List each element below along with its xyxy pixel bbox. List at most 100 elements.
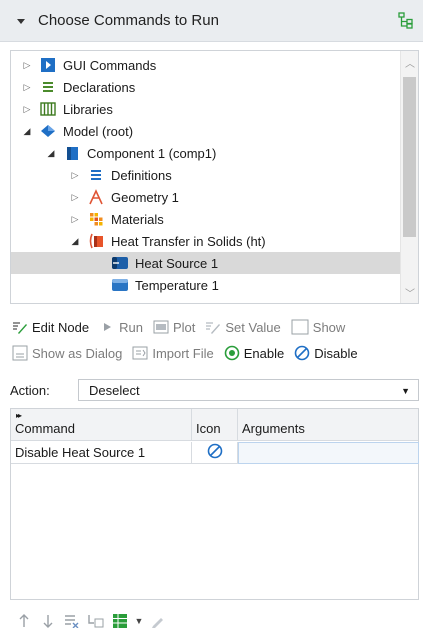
show-as-dialog-label: Show as Dialog — [32, 345, 123, 361]
show-icon — [291, 319, 309, 335]
collapse-chevron-icon[interactable] — [14, 14, 28, 28]
cell-icon[interactable] — [192, 442, 238, 464]
insert-table-icon[interactable] — [110, 612, 130, 630]
command-toolbar-row-1: Edit Node Run Plot Set Value Show — [12, 319, 355, 335]
expand-all-icon[interactable]: ▸▸ — [16, 411, 22, 420]
tree-item-temperature-1[interactable]: Temperature 1 — [11, 274, 400, 296]
action-select[interactable]: Deselect ▼ — [78, 379, 419, 401]
materials-icon — [87, 211, 105, 227]
tree-scrollbar[interactable]: ︿ ﹀ — [400, 51, 418, 303]
action-row: Action: Deselect ▼ — [10, 378, 419, 402]
heat-transfer-icon — [87, 233, 105, 249]
add-row-icon[interactable] — [86, 612, 106, 630]
tree-item-declarations[interactable]: ▷ Declarations — [11, 76, 400, 98]
temperature-icon — [111, 277, 129, 293]
tree-item-label: Geometry 1 — [111, 189, 179, 205]
column-header-command[interactable]: ▸▸ Command — [11, 409, 192, 441]
tree-item-label: Temperature 1 — [135, 277, 219, 293]
tree-item-label: Materials — [111, 211, 164, 227]
action-select-value: Deselect — [89, 382, 140, 398]
tree-item-label: Component 1 (comp1) — [87, 145, 217, 161]
show-as-dialog-button[interactable]: Show as Dialog — [12, 345, 122, 361]
declarations-icon — [39, 79, 57, 95]
collapse-arrow-icon[interactable]: ◢ — [45, 147, 57, 159]
cell-arguments[interactable] — [238, 442, 419, 464]
tree-item-materials[interactable]: ▷ Materials — [11, 208, 400, 230]
move-up-icon[interactable] — [14, 612, 34, 630]
import-file-icon — [132, 345, 148, 361]
geometry-icon — [87, 189, 105, 205]
edit-node-label: Edit Node — [32, 319, 90, 335]
tree-item-definitions[interactable]: ▷ Definitions — [11, 164, 400, 186]
show-label: Show — [312, 319, 346, 335]
command-toolbar-row-2: Show as Dialog Import File Enable Disabl… — [12, 345, 358, 361]
disable-button[interactable]: Disable — [294, 345, 358, 361]
tree-item-libraries[interactable]: ▷ Libraries — [11, 98, 400, 120]
section-title: Choose Commands to Run — [38, 12, 219, 29]
scroll-up-icon[interactable]: ︿ — [401, 53, 418, 71]
expand-arrow-icon[interactable]: ▷ — [21, 103, 33, 115]
plot-icon — [153, 319, 169, 335]
tree-item-label: GUI Commands — [63, 57, 157, 73]
expand-arrow-icon[interactable]: ▷ — [21, 59, 33, 71]
tree-item-label: Heat Source 1 — [135, 255, 219, 271]
enable-icon — [224, 345, 240, 361]
disable-icon — [207, 443, 223, 462]
cell-command[interactable]: Disable Heat Source 1 — [11, 442, 192, 464]
delete-rows-icon[interactable] — [62, 612, 82, 630]
scrollbar-thumb[interactable] — [403, 77, 416, 237]
command-tree[interactable]: ▷ GUI Commands ▷ Declarations ▷ Librarie… — [10, 50, 419, 304]
tree-item-label: Model (root) — [63, 123, 134, 139]
plot-label: Plot — [172, 319, 196, 335]
table-header: ▸▸ Command Icon Arguments — [11, 409, 418, 441]
table-toolbar: ▼ — [14, 612, 172, 630]
set-value-icon — [205, 319, 221, 335]
expand-arrow-icon[interactable]: ▷ — [69, 169, 81, 181]
disable-icon — [294, 345, 310, 361]
tree-item-component-1[interactable]: ◢ Component 1 (comp1) — [11, 142, 400, 164]
section-header[interactable]: Choose Commands to Run — [0, 0, 423, 42]
tree-item-label: Heat Transfer in Solids (ht) — [111, 233, 266, 249]
enable-label: Enable — [243, 345, 285, 361]
tree-item-gui-commands[interactable]: ▷ GUI Commands — [11, 54, 400, 76]
show-as-dialog-icon — [12, 345, 28, 361]
edit-cell-icon[interactable] — [148, 612, 168, 630]
tree-item-label: Definitions — [111, 167, 172, 183]
dropdown-arrow-icon[interactable]: ▼ — [134, 612, 144, 630]
commands-table[interactable]: ▸▸ Command Icon Arguments Disable Heat S… — [10, 408, 419, 600]
set-value-label: Set Value — [225, 319, 281, 335]
plot-button[interactable]: Plot — [153, 319, 195, 335]
libraries-icon — [39, 101, 57, 117]
tree-item-model-root[interactable]: ◢ Model (root) — [11, 120, 400, 142]
run-label: Run — [119, 319, 143, 335]
column-header-arguments[interactable]: Arguments — [238, 409, 418, 441]
enable-button[interactable]: Enable — [224, 345, 284, 361]
run-button[interactable]: Run — [99, 319, 143, 335]
heat-source-icon — [111, 255, 129, 271]
import-file-label: Import File — [152, 345, 214, 361]
scroll-down-icon[interactable]: ﹀ — [401, 283, 418, 301]
definitions-icon — [87, 167, 105, 183]
set-value-button[interactable]: Set Value — [205, 319, 281, 335]
expand-arrow-icon[interactable]: ▷ — [69, 191, 81, 203]
tree-item-label: Declarations — [63, 79, 136, 95]
tree-item-heat-source-1[interactable]: Heat Source 1 — [11, 252, 400, 274]
model-icon — [39, 123, 57, 139]
dropdown-arrow-icon[interactable]: ▼ — [401, 386, 410, 396]
expand-arrow-icon[interactable]: ▷ — [69, 213, 81, 225]
gui-commands-icon — [39, 57, 57, 73]
show-button[interactable]: Show — [291, 319, 346, 335]
tree-item-heat-transfer[interactable]: ◢ Heat Transfer in Solids (ht) — [11, 230, 400, 252]
collapse-arrow-icon[interactable]: ◢ — [69, 235, 81, 247]
run-icon — [99, 319, 115, 335]
component-icon — [63, 145, 81, 161]
expand-arrow-icon[interactable]: ▷ — [21, 81, 33, 93]
collapse-arrow-icon[interactable]: ◢ — [21, 125, 33, 137]
tree-structure-icon[interactable] — [397, 12, 415, 33]
move-down-icon[interactable] — [38, 612, 58, 630]
import-file-button[interactable]: Import File — [132, 345, 214, 361]
column-header-icon[interactable]: Icon — [192, 409, 238, 441]
tree-item-geometry-1[interactable]: ▷ Geometry 1 — [11, 186, 400, 208]
table-row[interactable]: Disable Heat Source 1 — [11, 442, 419, 464]
edit-node-button[interactable]: Edit Node — [12, 319, 89, 335]
